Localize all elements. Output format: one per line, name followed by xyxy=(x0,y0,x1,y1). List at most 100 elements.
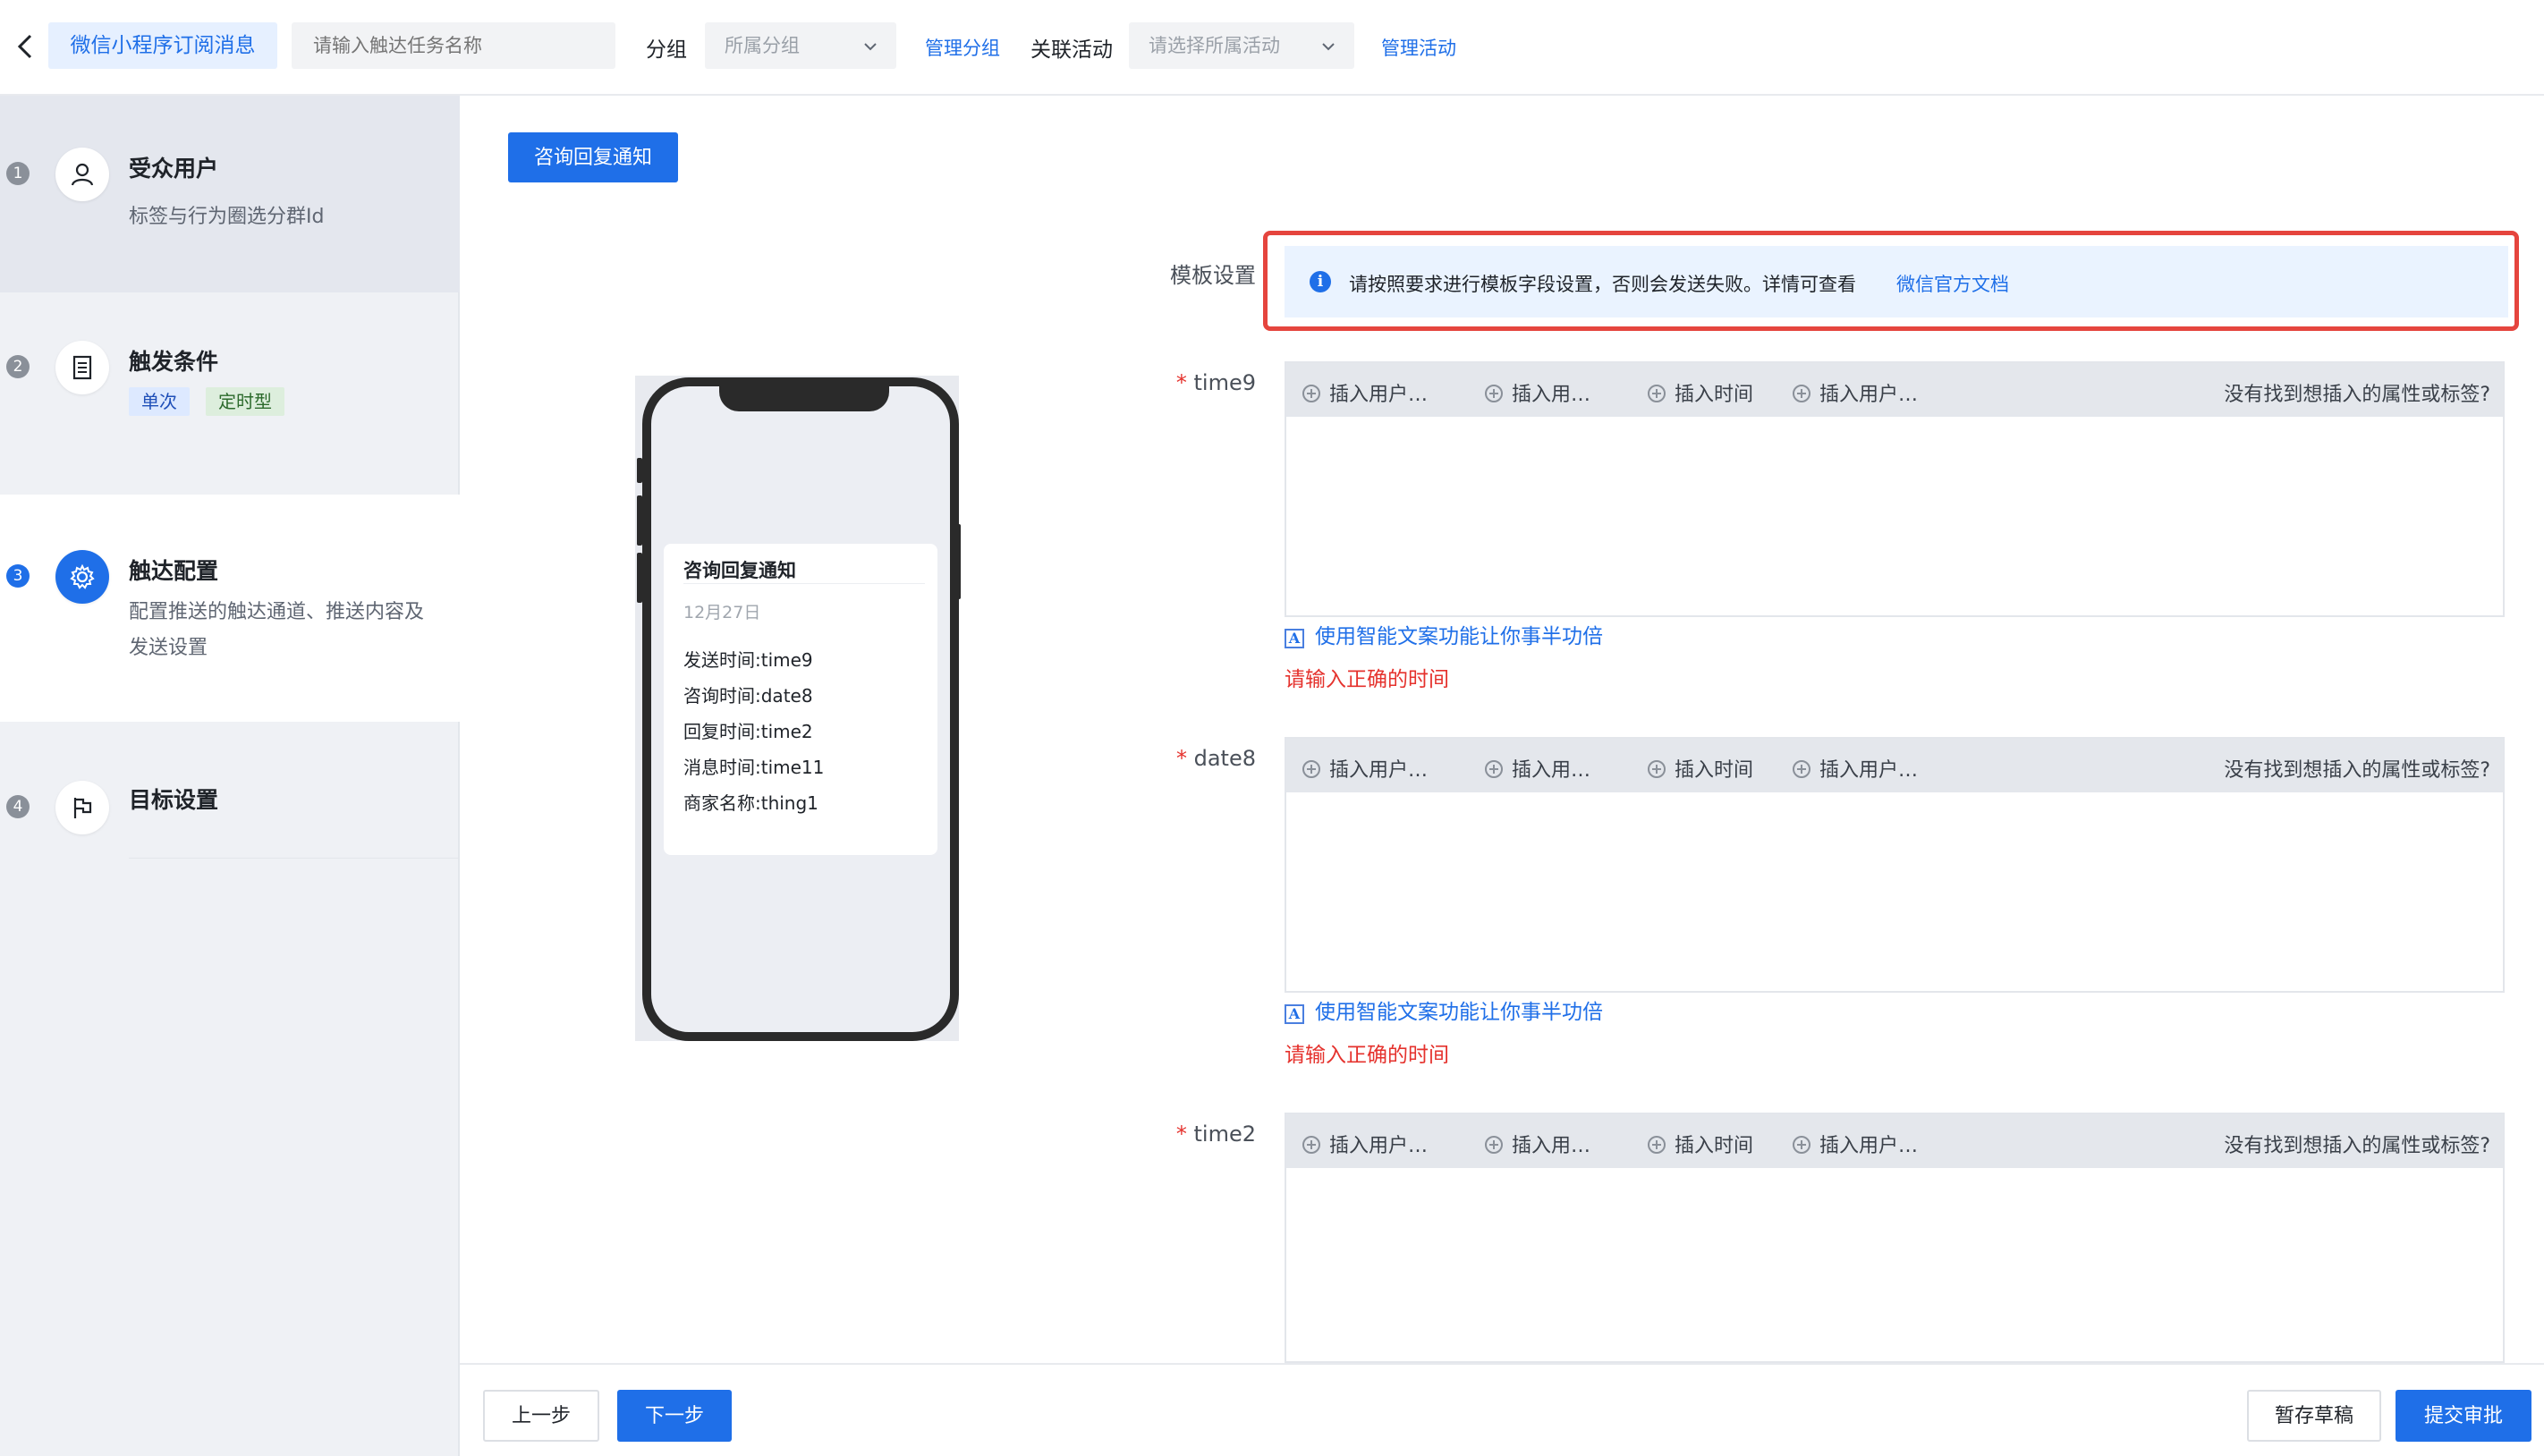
save-draft-button[interactable]: 暂存草稿 xyxy=(2247,1390,2381,1442)
bottom-action-bar: 上一步 下一步 暂存草稿 提交审批 xyxy=(460,1363,2544,1456)
message-row: 发送时间:time9 xyxy=(683,649,813,671)
field-label-text: time9 xyxy=(1193,370,1257,395)
field-label-text: time2 xyxy=(1193,1122,1257,1147)
insert-user-tag-button[interactable]: 插入用… xyxy=(1485,1130,1590,1158)
activity-select[interactable]: 请选择所属活动 xyxy=(1129,22,1354,69)
channel-tab[interactable]: 微信小程序订阅消息 xyxy=(48,22,277,69)
required-mark: * xyxy=(1175,746,1187,771)
field-error: 请输入正确的时间 xyxy=(1285,668,1449,691)
plus-circle-icon xyxy=(1648,1136,1666,1154)
plus-circle-icon xyxy=(1302,760,1320,778)
insert-toolbar: 插入用户… 插入用… 插入时间 插入用户… 没有找到想插入的属性或标签? xyxy=(1286,739,2503,792)
insert-time-button[interactable]: 插入时间 xyxy=(1648,1130,1753,1158)
back-arrow-icon[interactable] xyxy=(7,29,43,64)
insert-user-behavior-button[interactable]: 插入用户… xyxy=(1793,1130,1918,1158)
template-select-button[interactable]: 咨询回复通知 xyxy=(508,132,678,182)
plus-circle-icon xyxy=(1648,760,1666,778)
step-trigger[interactable]: 2 触发条件 单次 定时型 xyxy=(0,292,460,495)
toolbar-item-label: 插入用户… xyxy=(1329,384,1429,406)
message-row: 回复时间:time2 xyxy=(683,721,813,742)
insert-toolbar: 插入用户… 插入用… 插入时间 插入用户… 没有找到想插入的属性或标签? xyxy=(1286,363,2503,417)
plus-circle-icon xyxy=(1793,760,1810,778)
submit-approval-button[interactable]: 提交审批 xyxy=(2396,1390,2531,1442)
step-title: 触达配置 xyxy=(129,558,219,584)
field-label-text: date8 xyxy=(1193,746,1256,771)
plus-circle-icon xyxy=(1485,760,1503,778)
insert-time-button[interactable]: 插入时间 xyxy=(1648,754,1753,783)
template-setting-label: 模板设置 xyxy=(1170,263,1256,288)
insert-toolbar: 插入用户… 插入用… 插入时间 插入用户… 没有找到想插入的属性或标签? xyxy=(1286,1114,2503,1168)
step-number: 2 xyxy=(6,355,30,378)
insert-user-behavior-button[interactable]: 插入用户… xyxy=(1793,754,1918,783)
step-goal[interactable]: 4 目标设置 xyxy=(0,722,460,954)
field-label-time2: * time2 xyxy=(1118,1122,1256,1147)
step-divider xyxy=(129,858,460,859)
activity-select-value: 请选择所属活动 xyxy=(1149,35,1280,56)
toolbar-item-label: 插入时间 xyxy=(1675,384,1754,406)
ai-link-text: 使用智能文案功能让你事半功倍 xyxy=(1315,625,1603,648)
message-row: 商家名称:thing1 xyxy=(683,792,818,814)
plus-circle-icon xyxy=(1302,1136,1320,1154)
step-title: 受众用户 xyxy=(129,156,219,182)
template-field-editor[interactable]: 插入用户… 插入用… 插入时间 插入用户… 没有找到想插入的属性或标签? xyxy=(1285,737,2505,993)
manage-group-link[interactable]: 管理分组 xyxy=(925,34,1000,61)
template-field-editor[interactable]: 插入用户… 插入用… 插入时间 插入用户… 没有找到想插入的属性或标签? xyxy=(1285,361,2505,617)
chevron-down-icon xyxy=(1322,43,1335,51)
missing-attr-link[interactable]: 没有找到想插入的属性或标签? xyxy=(2224,1130,2490,1158)
activity-label: 关联活动 xyxy=(1030,38,1113,62)
prev-step-button[interactable]: 上一步 xyxy=(483,1390,599,1442)
gear-icon xyxy=(55,550,109,604)
toolbar-item-label: 插入用… xyxy=(1512,759,1591,782)
toolbar-item-label: 插入时间 xyxy=(1675,759,1754,782)
user-icon xyxy=(55,148,109,201)
phone-notch xyxy=(719,377,889,411)
message-title: 咨询回复通知 xyxy=(683,560,796,581)
plus-circle-icon xyxy=(1485,1136,1503,1154)
ai-copywriting-link[interactable]: A 使用智能文案功能让你事半功倍 xyxy=(1285,619,1603,649)
plus-circle-icon xyxy=(1793,385,1810,402)
tag-once: 单次 xyxy=(129,387,190,416)
field-error: 请输入正确的时间 xyxy=(1285,1044,1449,1067)
plus-circle-icon xyxy=(1302,385,1320,402)
insert-user-tag-button[interactable]: 插入用… xyxy=(1485,378,1590,407)
plus-circle-icon xyxy=(1793,1136,1810,1154)
message-row: 咨询时间:date8 xyxy=(683,685,813,707)
message-row: 消息时间:time11 xyxy=(683,757,825,778)
phone-frame: 咨询回复通知 12月27日 发送时间:time9 咨询时间:date8 回复时间… xyxy=(642,377,959,1041)
plus-circle-icon xyxy=(1485,385,1503,402)
field-label-date8: * date8 xyxy=(1118,746,1256,771)
insert-time-button[interactable]: 插入时间 xyxy=(1648,378,1753,407)
step-number: 1 xyxy=(6,162,30,185)
step-audience[interactable]: 1 受众用户 标签与行为圈选分群Id xyxy=(0,96,460,292)
insert-user-behavior-button[interactable]: 插入用户… xyxy=(1793,378,1918,407)
missing-attr-link[interactable]: 没有找到想插入的属性或标签? xyxy=(2224,378,2490,407)
flag-icon xyxy=(55,781,109,834)
chevron-down-icon xyxy=(864,43,877,51)
tag-scheduled: 定时型 xyxy=(206,387,284,416)
manage-activity-link[interactable]: 管理活动 xyxy=(1381,34,1456,61)
insert-user-attr-button[interactable]: 插入用户… xyxy=(1302,378,1428,407)
message-card: 咨询回复通知 12月27日 发送时间:time9 咨询时间:date8 回复时间… xyxy=(664,544,937,855)
group-select[interactable]: 所属分组 xyxy=(705,22,896,69)
next-step-button[interactable]: 下一步 xyxy=(617,1390,732,1442)
toolbar-item-label: 插入用户… xyxy=(1329,1135,1429,1157)
message-date: 12月27日 xyxy=(683,603,761,622)
phone-preview: 咨询回复通知 12月27日 发送时间:time9 咨询时间:date8 回复时间… xyxy=(635,376,961,1041)
step-desc: 配置推送的触达通道、推送内容及发送设置 xyxy=(129,601,425,659)
missing-attr-link[interactable]: 没有找到想插入的属性或标签? xyxy=(2224,754,2490,783)
message-divider xyxy=(683,583,925,584)
steps-sidebar: 1 受众用户 标签与行为圈选分群Id 2 触发条件 单次 定时型 3 触达配置 … xyxy=(0,96,460,1456)
ai-copywriting-link[interactable]: A 使用智能文案功能让你事半功倍 xyxy=(1285,995,1603,1025)
insert-user-attr-button[interactable]: 插入用户… xyxy=(1302,1130,1428,1158)
step-delivery-config[interactable]: 3 触达配置 配置推送的触达通道、推送内容及发送设置 xyxy=(0,495,460,722)
insert-user-tag-button[interactable]: 插入用… xyxy=(1485,754,1590,783)
toolbar-item-label: 插入时间 xyxy=(1675,1135,1754,1157)
insert-user-attr-button[interactable]: 插入用户… xyxy=(1302,754,1428,783)
plus-circle-icon xyxy=(1648,385,1666,402)
template-field-editor[interactable]: 插入用户… 插入用… 插入时间 插入用户… 没有找到想插入的属性或标签? xyxy=(1285,1113,2505,1363)
required-mark: * xyxy=(1175,1122,1187,1147)
toolbar-item-label: 插入用户… xyxy=(1329,759,1429,782)
toolbar-item-label: 插入用户… xyxy=(1819,759,1919,782)
toolbar-item-label: 插入用户… xyxy=(1819,384,1919,406)
task-name-input[interactable] xyxy=(292,22,615,69)
